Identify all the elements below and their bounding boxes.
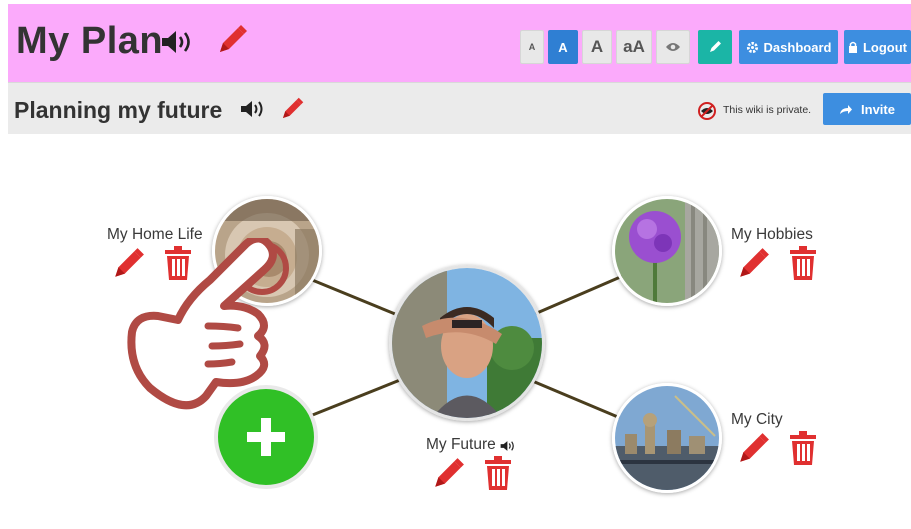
city-label: My City xyxy=(731,411,783,428)
hobbies-pencil-icon[interactable] xyxy=(735,247,771,286)
hobbies-trash-icon[interactable] xyxy=(789,246,817,285)
my-future-speaker-icon[interactable] xyxy=(500,439,516,457)
my-future-pencil-icon[interactable] xyxy=(430,457,466,496)
hobbies-node-image[interactable] xyxy=(612,196,722,306)
city-node-image[interactable] xyxy=(612,383,722,493)
app-root: My Plan A A A aA Dashboard Logout Planni… xyxy=(0,0,911,529)
hobbies-label: My Hobbies xyxy=(731,226,813,243)
my-future-label: My Future xyxy=(426,436,496,453)
city-pencil-icon[interactable] xyxy=(735,432,771,471)
city-trash-icon[interactable] xyxy=(789,431,817,470)
my-future-node-image[interactable] xyxy=(389,265,545,421)
pointing-hand-icon xyxy=(120,234,300,418)
plus-icon xyxy=(247,418,285,456)
my-future-trash-icon[interactable] xyxy=(484,456,512,495)
